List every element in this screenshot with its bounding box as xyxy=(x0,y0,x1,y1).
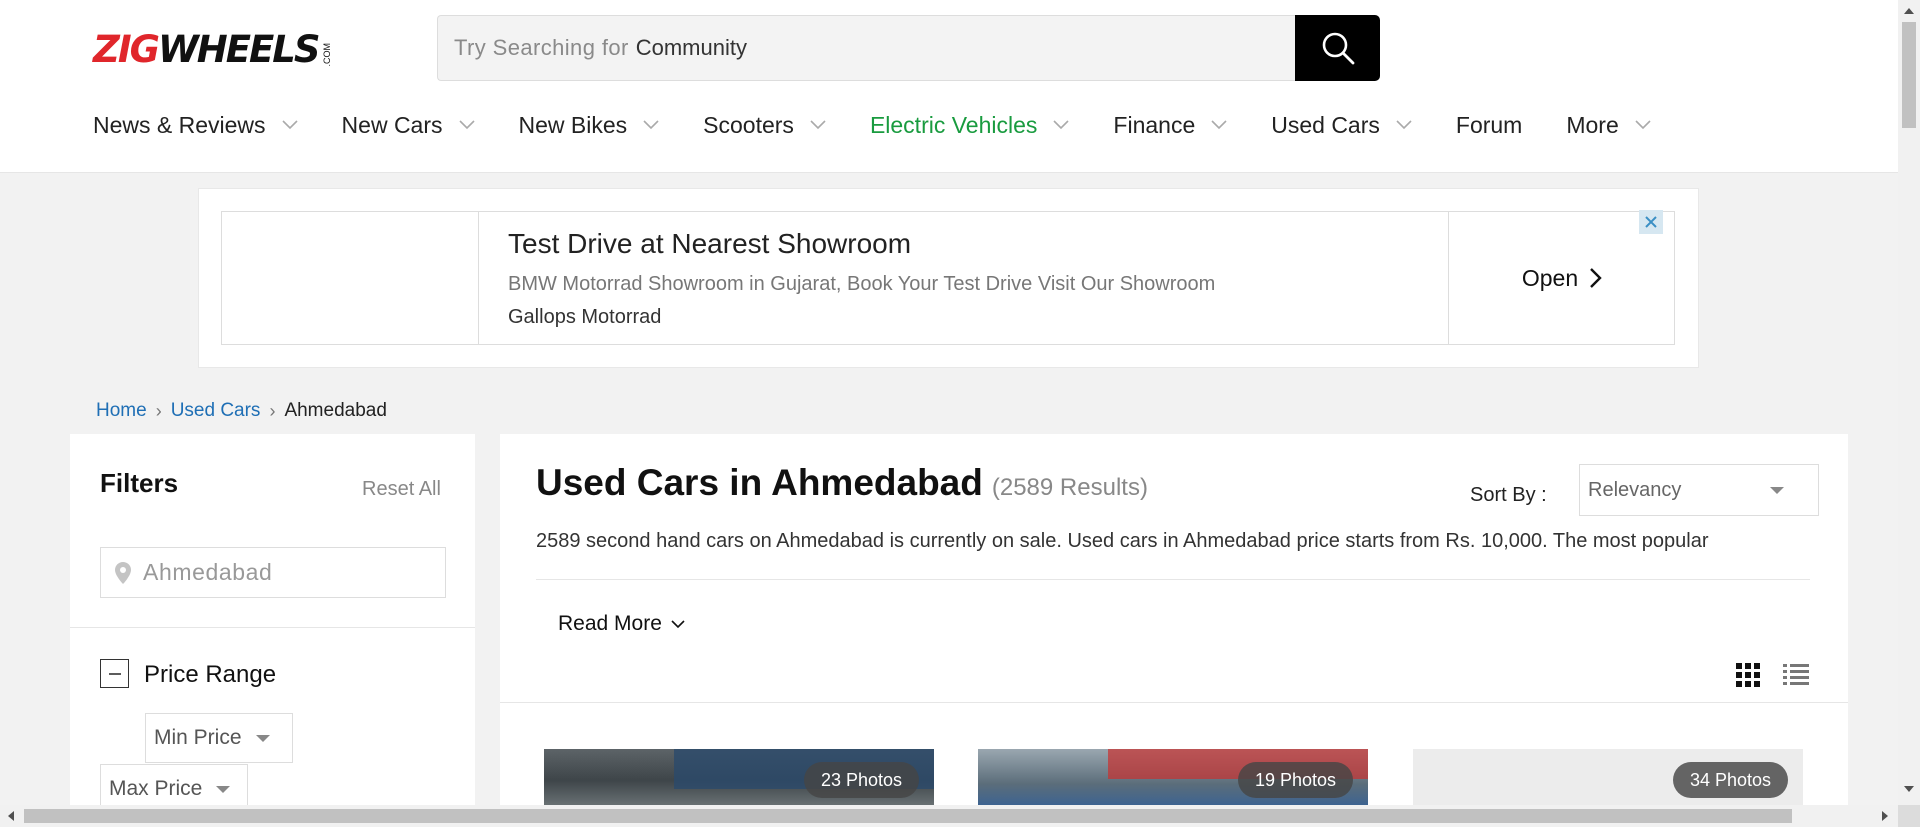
nav-label: New Bikes xyxy=(518,111,628,138)
price-range-collapse-button[interactable] xyxy=(100,659,129,688)
ad-close-button[interactable] xyxy=(1639,210,1663,234)
search-term: Community xyxy=(635,35,747,60)
nav-new-bikes[interactable]: New Bikes xyxy=(519,112,660,139)
search-input[interactable]: Try Searching for Community xyxy=(437,15,1295,81)
search-button[interactable] xyxy=(1295,15,1380,81)
reset-all-button[interactable]: Reset All xyxy=(362,478,441,501)
caret-down-icon xyxy=(216,785,231,793)
divider xyxy=(500,702,1848,703)
price-range-label: Price Range xyxy=(144,661,277,688)
description-text: 2589 second hand cars on Ahmedabad is cu… xyxy=(536,530,1709,552)
caret-down-icon xyxy=(255,734,270,742)
main-nav: News & Reviews New Cars New Bikes Scoote… xyxy=(93,108,1695,142)
nav-label: Electric Vehicles xyxy=(869,111,1038,138)
chevron-right-icon xyxy=(1590,268,1602,288)
ad-banner: Test Drive at Nearest Showroom BMW Motor… xyxy=(198,188,1699,368)
page-title-text: Used Cars in Ahmedabad xyxy=(536,462,983,503)
search-hint: Try Searching for xyxy=(454,35,629,60)
logo-zig-text: ZIG xyxy=(93,28,160,71)
minus-icon xyxy=(108,672,121,675)
logo-com-text: .COM xyxy=(321,42,332,67)
photo-count-badge: 34 Photos xyxy=(1672,762,1788,798)
nav-more[interactable]: More xyxy=(1566,111,1651,139)
nav-forum[interactable]: Forum xyxy=(1456,112,1522,139)
sort-select[interactable]: Relevancy xyxy=(1579,464,1819,516)
sort-value: Relevancy xyxy=(1588,478,1682,501)
zigwheels-logo[interactable]: ZIG WHEELS .COM xyxy=(93,30,332,70)
nav-new-cars[interactable]: New Cars xyxy=(342,112,475,139)
breadcrumb-current: Ahmedabad xyxy=(284,400,387,421)
breadcrumb-used-cars[interactable]: Used Cars xyxy=(171,400,261,422)
scroll-left-arrow-icon[interactable] xyxy=(8,811,14,821)
nav-finance[interactable]: Finance xyxy=(1113,112,1227,139)
results-panel: Used Cars in Ahmedabad (2589 Results) So… xyxy=(500,434,1848,827)
scroll-right-arrow-icon[interactable] xyxy=(1882,811,1888,821)
nav-label: Used Cars xyxy=(1271,111,1380,138)
scroll-down-arrow-icon[interactable] xyxy=(1904,786,1914,792)
nav-label: Scooters xyxy=(703,111,794,138)
read-more-button[interactable]: Read More xyxy=(558,612,685,636)
divider xyxy=(536,579,1810,580)
location-input[interactable]: Ahmedabad xyxy=(100,547,446,598)
nav-used-cars[interactable]: Used Cars xyxy=(1271,112,1412,139)
chevron-down-icon xyxy=(810,120,826,130)
nav-label: More xyxy=(1566,111,1619,138)
close-icon xyxy=(1645,216,1657,228)
nav-scooters[interactable]: Scooters xyxy=(703,112,826,139)
sort-label: Sort By : xyxy=(1470,484,1547,506)
nav-label: Finance xyxy=(1113,111,1196,138)
breadcrumb-separator: › xyxy=(155,400,162,421)
max-price-label: Max Price xyxy=(109,777,203,800)
divider xyxy=(70,627,475,628)
vertical-scroll-thumb[interactable] xyxy=(1902,22,1916,128)
horizontal-scrollbar[interactable] xyxy=(0,805,1898,827)
scrollbar-corner xyxy=(1898,805,1920,827)
breadcrumb-home[interactable]: Home xyxy=(96,400,147,422)
min-price-select[interactable]: Min Price xyxy=(145,713,293,763)
min-price-label: Min Price xyxy=(154,726,242,749)
filters-panel: Filters Reset All Ahmedabad Price Range … xyxy=(70,434,475,827)
horizontal-scroll-thumb[interactable] xyxy=(24,809,1792,823)
scroll-up-arrow-icon[interactable] xyxy=(1904,8,1914,14)
vertical-scrollbar[interactable] xyxy=(1898,0,1920,805)
chevron-down-icon xyxy=(1396,120,1412,130)
chevron-down-icon xyxy=(1053,120,1069,130)
photo-count-badge: 19 Photos xyxy=(1237,762,1353,798)
filters-title: Filters xyxy=(100,468,179,498)
nav-news-reviews[interactable]: News & Reviews xyxy=(93,112,298,139)
results-count: (2589 Results) xyxy=(991,474,1148,501)
breadcrumb-separator: › xyxy=(269,400,276,421)
logo-wheels-text: WHEELS xyxy=(157,28,321,71)
ad-card[interactable]: Test Drive at Nearest Showroom BMW Motor… xyxy=(221,211,1675,345)
nav-label: New Cars xyxy=(341,111,443,138)
nav-label: Forum xyxy=(1455,111,1523,138)
read-more-label: Read More xyxy=(558,612,662,635)
caret-down-icon xyxy=(1770,486,1784,494)
search-icon xyxy=(1322,32,1354,65)
chevron-down-icon xyxy=(1635,120,1651,130)
chevron-down-icon xyxy=(1211,120,1227,130)
chevron-down-icon xyxy=(281,120,298,130)
nav-label: News & Reviews xyxy=(93,111,266,138)
chevron-down-icon xyxy=(671,619,685,628)
page-title: Used Cars in Ahmedabad (2589 Results) xyxy=(536,462,1148,504)
ad-brand: Gallops Motorrad xyxy=(508,306,662,328)
chevron-down-icon xyxy=(458,120,475,130)
nav-electric-vehicles[interactable]: Electric Vehicles xyxy=(870,112,1069,139)
chevron-down-icon xyxy=(643,120,659,130)
grid-view-icon[interactable] xyxy=(1736,663,1760,687)
breadcrumb: Home › Used Cars › Ahmedabad xyxy=(96,400,387,422)
location-pin-icon xyxy=(115,561,131,584)
location-value: Ahmedabad xyxy=(143,559,273,585)
list-view-icon[interactable] xyxy=(1783,663,1809,687)
photo-count-badge: 23 Photos xyxy=(803,762,919,798)
ad-description: BMW Motorrad Showroom in Gujarat, Book Y… xyxy=(508,273,1216,295)
site-header: ZIG WHEELS .COM Try Searching for Commun… xyxy=(0,0,1898,173)
ad-image xyxy=(222,212,479,344)
ad-open-label: Open xyxy=(1521,264,1579,291)
ad-title: Test Drive at Nearest Showroom xyxy=(508,228,912,259)
